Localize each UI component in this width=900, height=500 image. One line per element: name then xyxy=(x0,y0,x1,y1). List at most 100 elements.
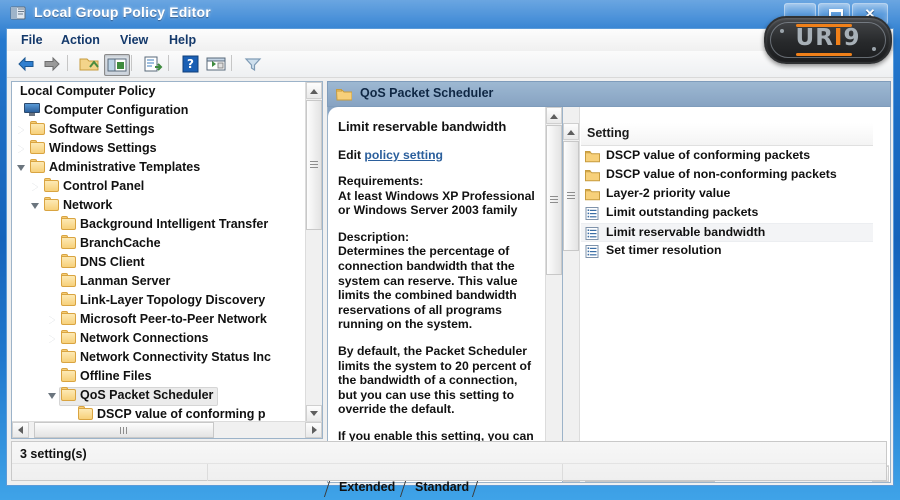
menu-help[interactable]: Help xyxy=(163,32,202,48)
tree-item[interactable]: Local Computer Policy xyxy=(12,82,306,101)
svg-text:?: ? xyxy=(187,57,194,71)
menu-file[interactable]: File xyxy=(15,32,49,48)
list-item[interactable]: DSCP value of non-conforming packets xyxy=(581,166,873,185)
watermark-logo: URI9 xyxy=(764,16,892,64)
tree-item-label: Network xyxy=(63,196,112,215)
description-line: reservations of all programs xyxy=(338,303,534,318)
filter-window-icon[interactable] xyxy=(205,54,227,74)
description-line: but you can use this setting to xyxy=(338,388,534,403)
description-spacer xyxy=(338,218,534,230)
help-icon[interactable]: ? xyxy=(179,54,201,74)
tree-item-label: Background Intelligent Transfer xyxy=(80,215,268,234)
tree-item[interactable]: Link-Layer Topology Discovery xyxy=(12,291,306,310)
list-scroll-up-button[interactable] xyxy=(563,123,579,140)
tree-item[interactable]: Network xyxy=(12,196,306,215)
results-area: QoS Packet Scheduler Limit reservable ba… xyxy=(327,81,891,483)
collapse-triangle-icon[interactable] xyxy=(48,386,57,405)
toolbar-separator xyxy=(168,55,169,71)
policy-tree[interactable]: Local Computer PolicyComputer Configurat… xyxy=(12,82,306,422)
description-scroll-thumb[interactable] xyxy=(546,125,562,275)
folder-icon xyxy=(61,332,76,344)
policy-setting-icon xyxy=(585,207,600,220)
list-item[interactable]: DSCP value of conforming packets xyxy=(581,147,873,166)
show-hide-tree-icon[interactable] xyxy=(104,54,130,76)
filter-funnel-icon[interactable] xyxy=(242,54,264,74)
tree-item[interactable]: Control Panel xyxy=(12,177,306,196)
collapse-triangle-icon[interactable] xyxy=(17,158,26,177)
tree-item-label: Computer Configuration xyxy=(44,101,188,120)
folder-icon xyxy=(61,275,76,287)
tree-scroll-grip xyxy=(310,161,318,168)
status-panel-divider xyxy=(207,464,208,481)
column-header-setting[interactable]: Setting xyxy=(581,123,873,146)
description-heading: Description: xyxy=(338,230,534,245)
tree-item-label: DSCP value of conforming p xyxy=(97,405,266,422)
toolbar-separator xyxy=(231,55,232,71)
tree-item-label: Microsoft Peer-to-Peer Network xyxy=(80,310,267,329)
tree-hscroll-thumb[interactable] xyxy=(34,422,214,438)
menu-view[interactable]: View xyxy=(114,32,154,48)
tree-item-label: Administrative Templates xyxy=(49,158,200,177)
back-arrow-icon[interactable] xyxy=(15,54,37,74)
client-area: File Action View Help xyxy=(6,28,894,486)
tree-vertical-scrollbar[interactable] xyxy=(305,82,322,422)
tree-item[interactable]: Network Connections xyxy=(12,329,306,348)
tree-item-label: Offline Files xyxy=(80,367,152,386)
expand-triangle-icon[interactable] xyxy=(17,139,26,158)
policy-setting-icon xyxy=(585,245,600,258)
tree-item[interactable]: BranchCache xyxy=(12,234,306,253)
description-line: At least Windows XP Professional xyxy=(338,189,534,204)
tree-item[interactable]: Network Connectivity Status Inc xyxy=(12,348,306,367)
tree-item[interactable]: Administrative Templates xyxy=(12,158,306,177)
tree-item[interactable]: Lanman Server xyxy=(12,272,306,291)
policy-title: Limit reservable bandwidth xyxy=(338,119,534,134)
pane-header-title: QoS Packet Scheduler xyxy=(360,86,493,100)
list-item[interactable]: Layer-2 priority value xyxy=(581,185,873,204)
tree-item-label: QoS Packet Scheduler xyxy=(80,386,213,405)
list-vertical-scrollbar[interactable] xyxy=(563,107,580,465)
tree-item[interactable]: QoS Packet Scheduler xyxy=(12,386,306,405)
tree-scroll-left-button[interactable] xyxy=(12,422,29,438)
tree-item-label: Windows Settings xyxy=(49,139,157,158)
tree-horizontal-scrollbar[interactable] xyxy=(12,421,322,438)
tree-item[interactable]: Background Intelligent Transfer xyxy=(12,215,306,234)
list-item[interactable]: Limit reservable bandwidth xyxy=(581,223,873,242)
tree-scroll-down-button[interactable] xyxy=(306,405,322,422)
list-item[interactable]: Set timer resolution xyxy=(581,242,873,261)
tree-scroll-right-button[interactable] xyxy=(305,422,322,438)
tree-item[interactable]: Computer Configuration xyxy=(12,101,306,120)
tree-item[interactable]: Offline Files xyxy=(12,367,306,386)
export-list-icon[interactable] xyxy=(142,54,164,74)
menu-action[interactable]: Action xyxy=(55,32,106,48)
expand-triangle-icon[interactable] xyxy=(48,310,57,329)
expand-triangle-icon[interactable] xyxy=(48,329,57,348)
column-header-label: Setting xyxy=(587,126,629,140)
folder-icon xyxy=(61,294,76,306)
tree-item[interactable]: Microsoft Peer-to-Peer Network xyxy=(12,310,306,329)
tree-item[interactable]: DNS Client xyxy=(12,253,306,272)
description-vertical-scrollbar[interactable] xyxy=(545,107,562,481)
expand-triangle-icon[interactable] xyxy=(17,120,26,139)
description-line: By default, the Packet Scheduler xyxy=(338,344,534,359)
tree-scroll-up-button[interactable] xyxy=(306,82,322,99)
expand-triangle-icon[interactable] xyxy=(31,177,40,196)
forward-arrow-icon[interactable] xyxy=(41,54,63,74)
edit-policy-row: Edit policy setting xyxy=(338,148,534,162)
console-tree-pane: Local Computer PolicyComputer Configurat… xyxy=(11,81,323,439)
list-scroll-grip xyxy=(567,192,575,199)
description-scroll-up-button[interactable] xyxy=(546,107,562,124)
folder-icon xyxy=(336,88,352,101)
tree-item[interactable]: DSCP value of conforming p xyxy=(12,405,306,422)
policy-editor-icon xyxy=(10,5,27,22)
description-line: connection bandwidth that the xyxy=(338,259,534,274)
list-item[interactable]: Limit outstanding packets xyxy=(581,204,873,223)
up-folder-icon[interactable] xyxy=(78,54,100,74)
window-title: Local Group Policy Editor xyxy=(34,4,211,20)
tree-item[interactable]: Windows Settings xyxy=(12,139,306,158)
tree-item[interactable]: Software Settings xyxy=(12,120,306,139)
list-scroll-thumb[interactable] xyxy=(563,141,579,251)
policy-setting-link[interactable]: policy setting xyxy=(364,148,443,162)
description-line: running on the system. xyxy=(338,317,534,332)
tree-scroll-thumb[interactable] xyxy=(306,100,322,230)
collapse-triangle-icon[interactable] xyxy=(31,196,40,215)
